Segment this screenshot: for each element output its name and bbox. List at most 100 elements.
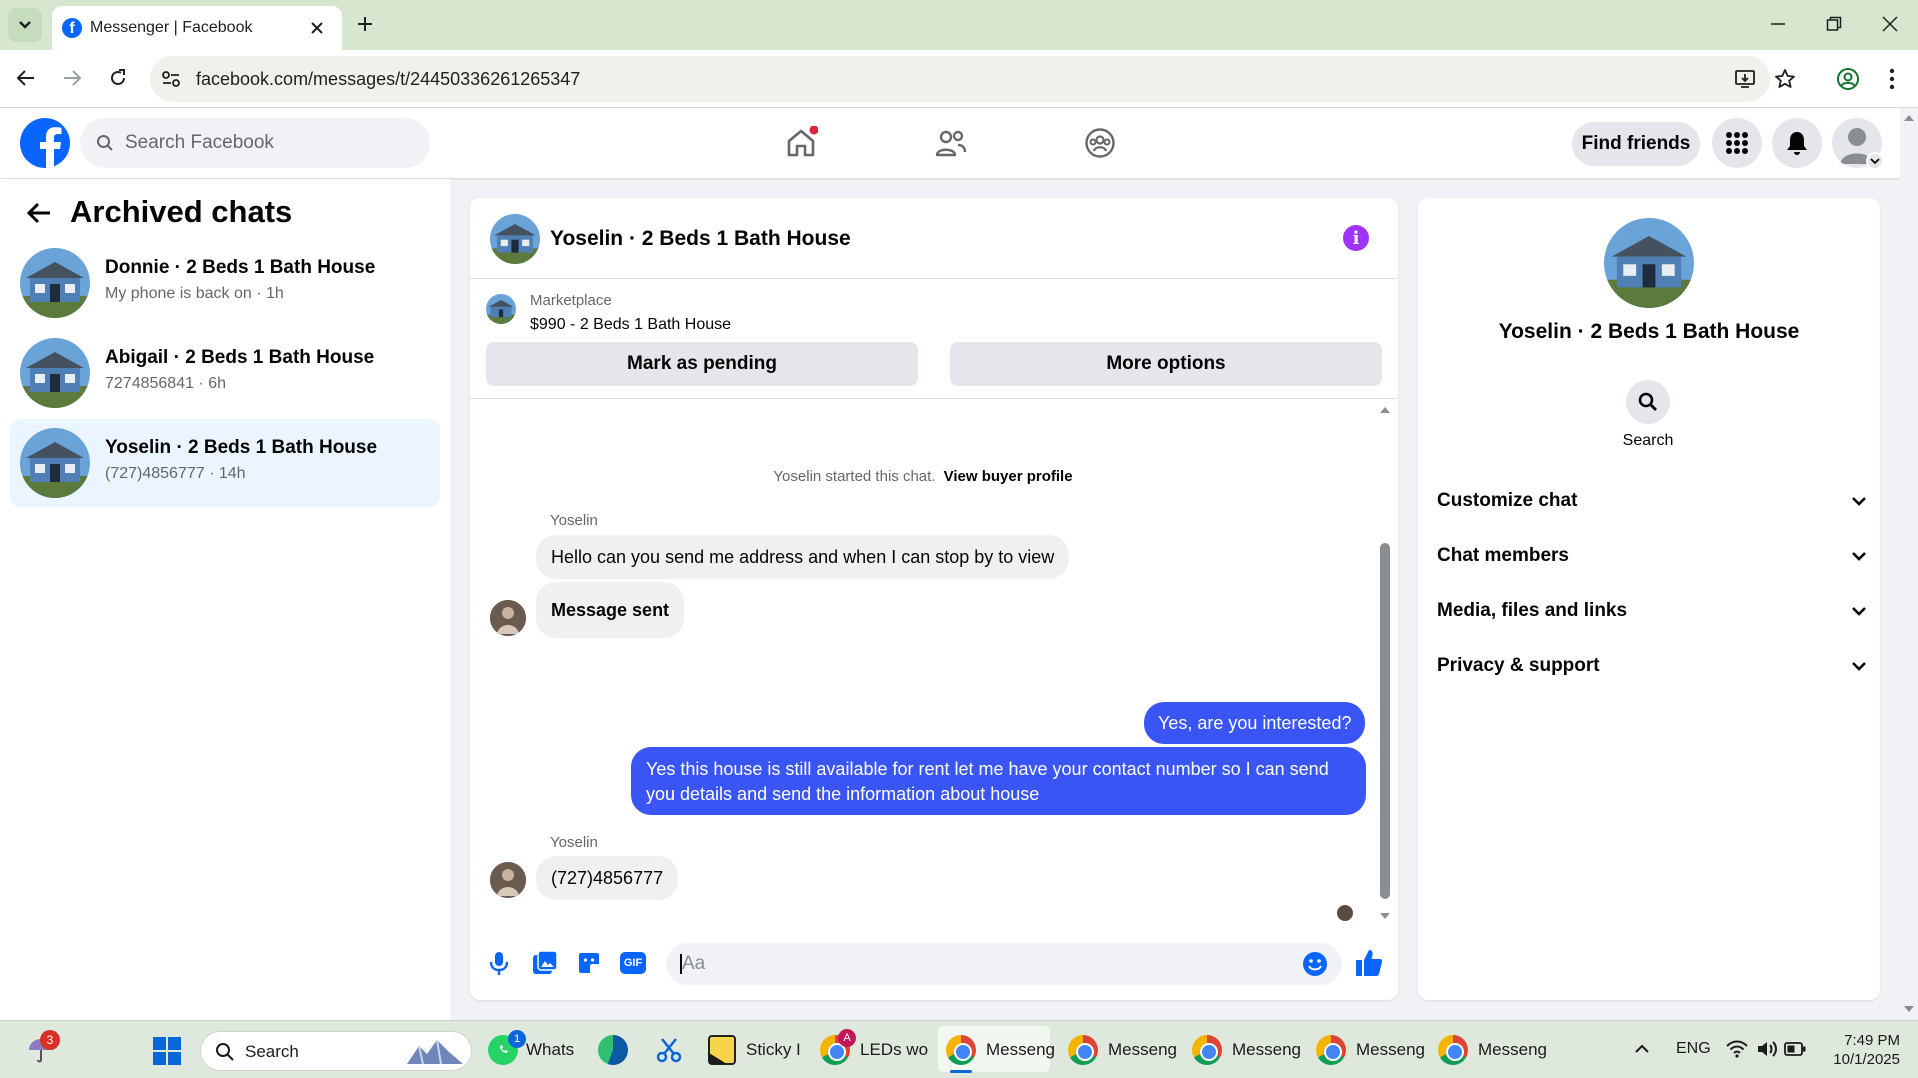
media-files-links-section[interactable]: Media, files and links [1437,586,1867,636]
listing-divider [470,398,1398,399]
facebook-logo-icon[interactable] [20,118,70,168]
chat-started-text: Yoselin started this chat. [773,468,936,485]
sticker-icon[interactable] [576,950,602,976]
message-input[interactable]: Aa [666,943,1342,985]
url-text[interactable]: facebook.com/messages/t/2445033626126534… [196,69,580,90]
window-close-icon[interactable] [1882,16,1898,32]
emoji-icon[interactable] [1302,951,1328,977]
view-buyer-profile-link[interactable]: View buyer profile [944,468,1073,485]
sender-name: Yoselin [550,512,598,529]
find-friends-button[interactable]: Find friends [1572,122,1700,166]
house-avatar [20,338,90,408]
conversation-avatar[interactable] [490,214,540,264]
forward-arrow-icon[interactable] [62,68,82,88]
thumbs-up-icon[interactable] [1354,948,1384,978]
taskbar-sticky-notes[interactable]: Sticky I [708,1030,801,1070]
site-info-icon[interactable] [160,68,182,90]
chevron-down-icon [1852,662,1866,671]
weather-badge: 3 [40,1030,60,1050]
taskbar-search-box[interactable]: Search [200,1031,472,1071]
taskbar-messenger-2[interactable]: Messeng [1068,1030,1177,1070]
account-menu-chevron-icon[interactable] [1866,152,1884,170]
marketplace-label: Marketplace [530,292,612,309]
home-icon[interactable] [784,126,818,160]
conversation-scrollbar-thumb[interactable] [1380,543,1390,899]
menu-button[interactable] [1712,118,1762,168]
message-bubble-incoming[interactable]: Message sent [536,582,685,638]
chevron-down-icon [19,21,31,29]
sender-avatar [490,862,526,898]
reload-icon[interactable] [108,68,128,88]
search-facebook-input[interactable]: Search Facebook [80,118,430,168]
scroll-up-arrow-icon[interactable] [1379,406,1391,414]
taskbar-edge[interactable] [598,1030,628,1070]
read-receipt-avatar [1336,904,1354,922]
sender-avatar [490,600,526,636]
taskbar-messenger-5[interactable]: Messeng [1438,1030,1547,1070]
battery-icon[interactable] [1784,1042,1806,1056]
details-search-button[interactable] [1626,380,1670,424]
wifi-icon[interactable] [1726,1040,1748,1058]
sender-name: Yoselin [550,834,598,851]
photo-attach-icon[interactable] [532,950,558,976]
taskbar-messenger-3[interactable]: Messeng [1192,1030,1301,1070]
kebab-menu-icon[interactable] [1888,67,1896,91]
minimize-icon[interactable] [1770,22,1786,26]
chat-name: Abigail · 2 Beds 1 Bath House [105,347,375,368]
back-arrow-icon[interactable] [26,202,52,224]
details-avatar[interactable] [1604,218,1694,308]
scroll-down-arrow-icon[interactable] [1379,912,1391,920]
page-scroll-down-icon[interactable] [1903,1005,1915,1013]
groups-icon[interactable] [1084,127,1116,159]
taskbar-window-label: Messeng [1356,1040,1425,1059]
taskbar-window-label: Messeng [1478,1040,1547,1059]
taskbar-messenger-1[interactable]: Messeng [946,1030,1055,1070]
more-options-button[interactable]: More options [950,342,1382,386]
volume-icon[interactable] [1756,1040,1778,1058]
back-arrow-icon[interactable] [16,68,36,88]
message-bubble-incoming[interactable]: Hello can you send me address and when I… [536,535,1070,579]
listing-thumbnail[interactable] [486,294,516,324]
search-icon [1638,392,1657,411]
message-bubble-outgoing[interactable]: Yes this house is still available for re… [631,747,1366,815]
taskbar-chrome-leds[interactable]: LEDs wo [820,1030,928,1070]
message-input-placeholder: Aa [682,953,706,974]
microphone-icon[interactable] [488,950,510,976]
page-scroll-up-icon[interactable] [1903,114,1915,122]
profile-icon[interactable] [1836,67,1860,91]
chat-members-section[interactable]: Chat members [1437,531,1867,581]
taskbar-snipping-tool[interactable] [654,1030,684,1070]
windows-start-icon[interactable] [152,1036,182,1066]
address-bar[interactable]: facebook.com/messages/t/2445033626126534… [150,56,1770,102]
bell-icon [1787,132,1807,155]
tab-search-button[interactable] [8,8,42,42]
friends-icon[interactable] [934,128,968,160]
restore-icon[interactable] [1826,16,1842,32]
system-tray-chevron-icon[interactable] [1634,1044,1650,1054]
taskbar-messenger-4[interactable]: Messeng [1316,1030,1425,1070]
message-bubble-outgoing[interactable]: Yes, are you interested? [1144,702,1366,744]
new-tab-plus-icon[interactable] [356,15,374,33]
customize-chat-section[interactable]: Customize chat [1437,476,1867,526]
message-bubble-incoming[interactable]: (727)4856777 [536,856,679,900]
chat-row-yoselin[interactable]: Yoselin · 2 Beds 1 Bath House (727)48567… [10,419,440,507]
gif-icon[interactable]: GIF [620,952,646,974]
page-scrollbar-track[interactable] [1900,108,1918,1020]
clock[interactable]: 7:49 PM 10/1/2025 [1820,1031,1900,1069]
chat-started-note: Yoselin started this chat. View buyer pr… [470,468,1376,485]
tab-close-icon[interactable] [310,21,324,35]
chat-row-abigail[interactable]: Abigail · 2 Beds 1 Bath House 7274856841… [10,329,440,417]
conversation-title[interactable]: Yoselin · 2 Beds 1 Bath House [550,227,851,251]
mark-as-pending-button[interactable]: Mark as pending [486,342,918,386]
notifications-button[interactable] [1772,118,1822,168]
input-language[interactable]: ENG [1676,1040,1711,1058]
privacy-support-section[interactable]: Privacy & support [1437,641,1867,691]
info-icon[interactable]: i [1343,225,1369,251]
bookmark-star-icon[interactable] [1774,68,1796,90]
details-name: Yoselin · 2 Beds 1 Bath House [1498,320,1800,343]
install-app-icon[interactable] [1734,68,1756,90]
chat-row-donnie[interactable]: Donnie · 2 Beds 1 Bath House My phone is… [10,239,440,327]
browser-tab-messenger[interactable]: f Messenger | Facebook [52,6,342,50]
taskbar-whatsapp[interactable]: Whats [488,1030,574,1070]
listing-title[interactable]: $990 - 2 Beds 1 Bath House [530,316,731,334]
